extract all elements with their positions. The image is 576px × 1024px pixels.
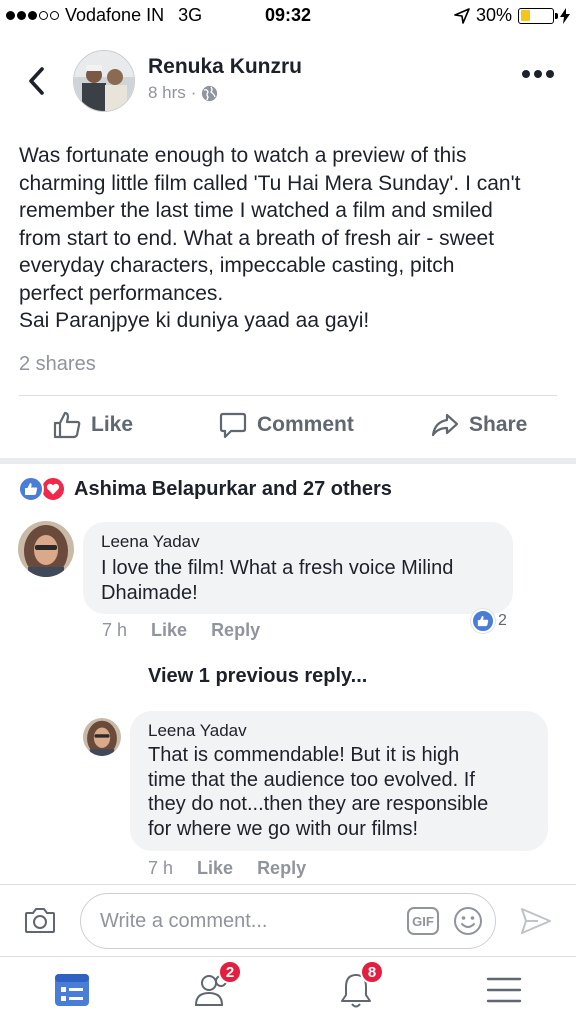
comment-bubble[interactable]: Leena Yadav I love the film! What a fres… — [83, 522, 513, 614]
post-time[interactable]: 8 hrs — [148, 83, 186, 103]
tab-friend-requests[interactable]: 2 — [192, 960, 242, 1012]
camera-button[interactable] — [24, 906, 56, 939]
comment-reply-button[interactable]: Reply — [211, 620, 260, 641]
reply-text-line: time that the audience too evolved. If — [148, 768, 475, 791]
comment-time: 7 h — [102, 620, 128, 640]
post-body: Was fortunate enough to watch a preview … — [19, 142, 564, 335]
reactions-text: Ashima Belapurkar and 27 others — [74, 477, 392, 500]
friend-requests-badge: 2 — [218, 960, 242, 984]
share-label: Share — [469, 413, 528, 436]
reactions-summary[interactable]: Ashima Belapurkar and 27 others — [18, 476, 392, 502]
comment-label: Comment — [257, 413, 354, 436]
tabbar-divider — [0, 956, 576, 957]
post-actions: Like Comment Share — [0, 400, 576, 456]
like-button[interactable]: Like — [52, 410, 133, 440]
comment-text-line: I love the film! What a fresh voice Mili… — [101, 557, 454, 579]
battery-level — [520, 10, 530, 21]
send-icon — [521, 908, 551, 934]
share-arrow-icon — [431, 413, 459, 437]
post-body-line: perfect performances. — [19, 281, 224, 305]
commenter-avatar[interactable] — [18, 521, 74, 577]
post-body-line: charming little film called 'Tu Hai Mera… — [19, 171, 521, 195]
tab-menu[interactable] — [482, 968, 526, 1012]
comment-text: I love the film! What a fresh voice Mili… — [101, 556, 495, 606]
more-options-button[interactable] — [522, 70, 554, 78]
post-header: Renuka Kunzru 8 hrs · — [0, 46, 576, 116]
reply-time: 7 h — [148, 858, 174, 878]
comment-actions: 7 h Like Reply — [102, 620, 260, 641]
reply-text-line: That is commendable! But it is high — [148, 744, 460, 766]
section-separator — [0, 458, 576, 464]
comment-button[interactable]: Comment — [218, 410, 354, 440]
post-body-line: from start to end. What a breath of fres… — [19, 226, 495, 250]
reply-like-button[interactable]: Like — [197, 858, 233, 879]
post-meta: 8 hrs · — [148, 83, 218, 103]
comment-reaction-count[interactable]: 2 — [471, 609, 507, 633]
status-bar: Vodafone IN 3G 09:32 30% — [0, 0, 576, 32]
battery-icon — [518, 7, 558, 24]
composer-divider — [0, 884, 576, 885]
divider — [19, 395, 557, 396]
send-button[interactable] — [520, 906, 552, 941]
comment-like-button[interactable]: Like — [151, 620, 187, 641]
camera-icon — [25, 908, 55, 933]
reply-actions: 7 h Like Reply — [148, 858, 306, 879]
emoji-button[interactable] — [453, 906, 483, 942]
author-name[interactable]: Renuka Kunzru — [148, 55, 302, 79]
post-body-line: everyday characters, impeccable casting,… — [19, 254, 455, 277]
meta-separator: · — [190, 83, 197, 102]
globe-icon — [202, 85, 218, 101]
shares-count[interactable]: 2 shares — [19, 353, 96, 376]
like-reaction-icon — [471, 609, 495, 633]
notifications-badge: 8 — [360, 960, 384, 984]
battery-percent: 30% — [475, 5, 512, 25]
author-avatar[interactable] — [73, 50, 135, 112]
like-label: Like — [91, 413, 134, 436]
comment-text-line: Dhaimade! — [101, 582, 198, 604]
share-button[interactable]: Share — [430, 410, 527, 440]
post-body-line: Sai Paranjpye ki duniya yaad aa gayi! — [19, 309, 370, 332]
reply-bubble[interactable]: Leena Yadav That is commendable! But it … — [130, 711, 548, 851]
like-reaction-icon — [18, 476, 44, 502]
reply-text-line: for where we go with our films! — [148, 817, 419, 840]
reaction-count-value: 2 — [498, 612, 507, 629]
reply-text: That is commendable! But it is high time… — [148, 743, 530, 841]
post-body-line: remember the last time I watched a film … — [19, 199, 493, 222]
comment-placeholder: Write a comment... — [100, 909, 268, 932]
tab-news-feed[interactable] — [50, 968, 94, 1012]
post-body-line: Was fortunate enough to watch a preview … — [19, 144, 467, 167]
location-arrow-icon — [454, 7, 470, 24]
reply-author-avatar[interactable] — [83, 718, 121, 756]
view-previous-replies[interactable]: View 1 previous reply... — [148, 665, 367, 688]
thumbs-up-icon — [53, 411, 81, 439]
reply-text-line: they do not...then they are responsible — [148, 793, 489, 815]
back-button[interactable] — [22, 64, 50, 98]
comment-input[interactable]: Write a comment... GIF — [80, 893, 496, 949]
reply-author[interactable]: Leena Yadav — [148, 721, 530, 741]
smiley-icon — [454, 907, 482, 935]
comment-author[interactable]: Leena Yadav — [101, 532, 495, 552]
comment-bubble-icon — [219, 412, 247, 439]
news-feed-icon — [55, 974, 89, 1006]
reply-reply-button[interactable]: Reply — [257, 858, 306, 879]
hamburger-menu-icon — [486, 977, 522, 1003]
chevron-left-icon — [29, 67, 44, 95]
charging-bolt-icon — [560, 7, 570, 24]
gif-button[interactable]: GIF — [407, 907, 439, 935]
tab-notifications[interactable]: 8 — [334, 960, 384, 1012]
status-right: 30% — [454, 5, 570, 26]
